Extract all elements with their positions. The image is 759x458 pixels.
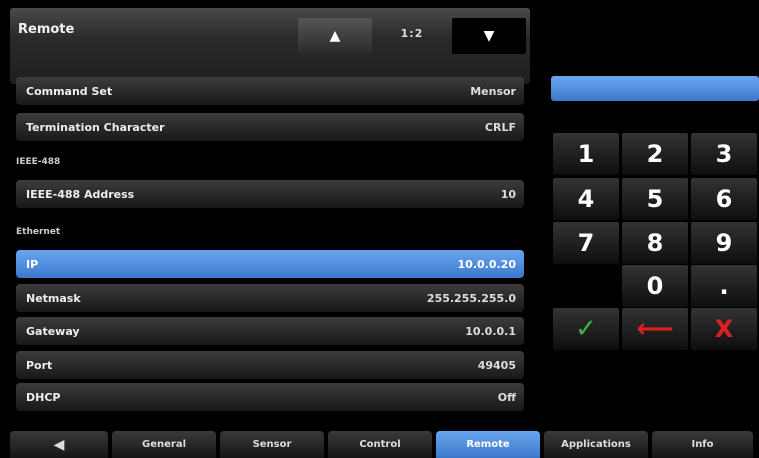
- key-4[interactable]: 4: [553, 178, 619, 220]
- checkmark-icon: ✓: [575, 314, 597, 344]
- row-value: 255.255.255.0: [426, 291, 516, 305]
- row-label: IP: [26, 257, 39, 271]
- section-heading-ethernet: Ethernet: [16, 227, 61, 237]
- backspace-button[interactable]: ⟵: [622, 308, 688, 350]
- tab-applications[interactable]: Applications: [544, 431, 648, 458]
- row-label: Netmask: [26, 291, 81, 305]
- row-label: Command Set: [26, 84, 113, 98]
- key-2[interactable]: 2: [622, 133, 688, 175]
- row-value: 10.0.0.20: [457, 257, 516, 271]
- tab-control[interactable]: Control: [328, 431, 432, 458]
- row-value: Off: [497, 390, 516, 404]
- row-value: 10: [500, 187, 516, 201]
- tab-sensor[interactable]: Sensor: [220, 431, 324, 458]
- triangle-up-icon: ▲: [329, 28, 341, 44]
- tab-general[interactable]: General: [112, 431, 216, 458]
- section-heading-ieee: IEEE-488: [16, 157, 61, 167]
- termination-character-row[interactable]: Termination Character CRLF: [16, 113, 524, 141]
- key-6[interactable]: 6: [691, 178, 757, 220]
- gateway-row[interactable]: Gateway 10.0.0.1: [16, 317, 524, 345]
- row-label: IEEE-488 Address: [26, 187, 135, 201]
- tab-bar: ◀ General Sensor Control Remote Applicat…: [10, 431, 759, 458]
- cancel-button[interactable]: X: [691, 308, 757, 350]
- key-5[interactable]: 5: [622, 178, 688, 220]
- ip-row[interactable]: IP 10.0.0.20: [16, 250, 524, 278]
- page-indicator: 1:2: [400, 27, 424, 40]
- row-label: Gateway: [26, 324, 80, 338]
- row-label: DHCP: [26, 390, 61, 404]
- row-value: Mensor: [470, 84, 516, 98]
- key-3[interactable]: 3: [691, 133, 757, 175]
- key-1[interactable]: 1: [553, 133, 619, 175]
- row-value: 49405: [477, 358, 516, 372]
- triangle-left-icon: ◀: [53, 436, 65, 453]
- key-0[interactable]: 0: [622, 265, 688, 307]
- page-up-button[interactable]: ▲: [298, 18, 372, 54]
- dhcp-row[interactable]: DHCP Off: [16, 383, 524, 411]
- row-value: 10.0.0.1: [465, 324, 516, 338]
- port-row[interactable]: Port 49405: [16, 351, 524, 379]
- row-label: Port: [26, 358, 53, 372]
- tab-remote[interactable]: Remote: [436, 431, 540, 458]
- triangle-down-icon: ▼: [483, 28, 495, 44]
- row-value: CRLF: [484, 120, 516, 134]
- page-title: Remote: [18, 22, 75, 37]
- title-bar: Remote ▲ 1:2 ▼: [10, 8, 530, 84]
- key-7[interactable]: 7: [553, 222, 619, 264]
- key-9[interactable]: 9: [691, 222, 757, 264]
- page-down-button[interactable]: ▼: [452, 18, 526, 54]
- key-decimal[interactable]: .: [691, 265, 757, 307]
- row-label: Termination Character: [26, 120, 165, 134]
- confirm-button[interactable]: ✓: [553, 308, 619, 350]
- ieee-address-row[interactable]: IEEE-488 Address 10: [16, 180, 524, 208]
- tab-info[interactable]: Info: [652, 431, 753, 458]
- netmask-row[interactable]: Netmask 255.255.255.0: [16, 284, 524, 312]
- tab-back[interactable]: ◀: [10, 431, 108, 458]
- command-set-row[interactable]: Command Set Mensor: [16, 77, 524, 105]
- entry-display: [551, 76, 759, 101]
- arrow-left-icon: ⟵: [636, 314, 674, 344]
- close-icon: X: [714, 315, 734, 343]
- key-8[interactable]: 8: [622, 222, 688, 264]
